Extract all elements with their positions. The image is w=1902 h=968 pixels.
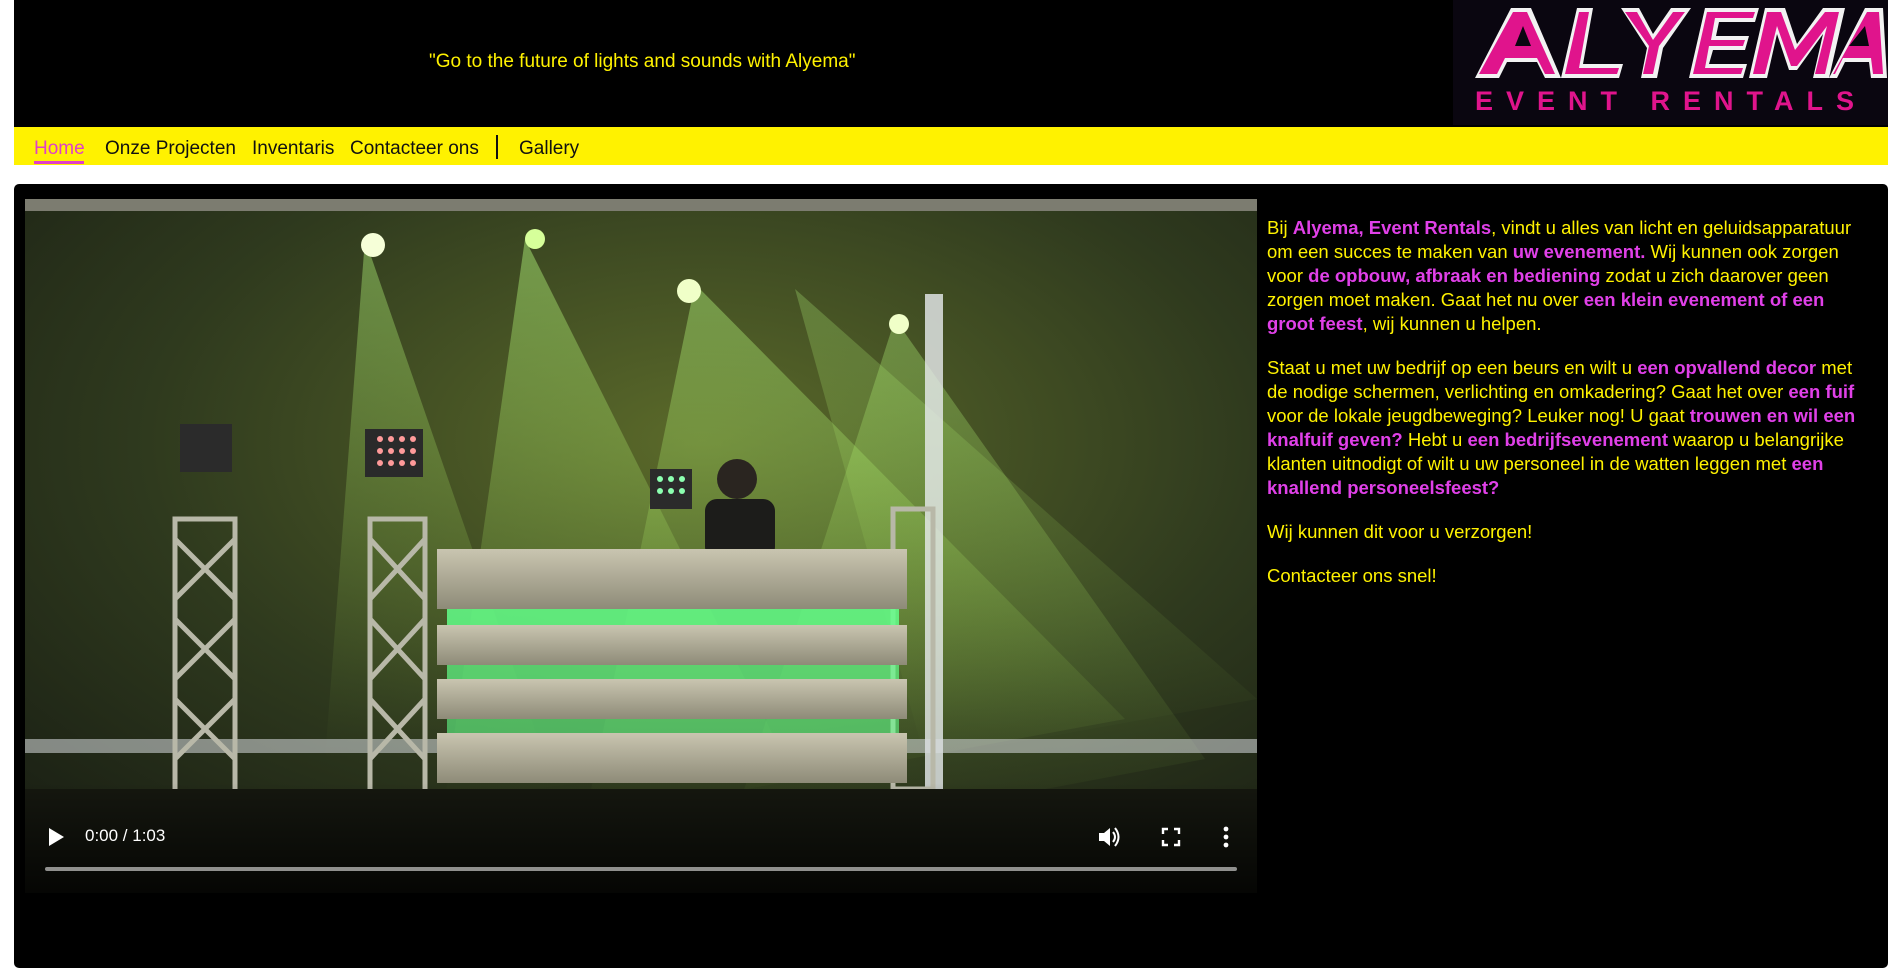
nav-inventaris[interactable]: Inventaris [252, 138, 334, 160]
highlight-text: een opvallend decor [1637, 357, 1817, 378]
nav-active-indicator [34, 161, 84, 164]
main-content: 0:00 / 1:03 Bij Alyema, Event Rentals, v… [14, 184, 1888, 968]
nav-onze-projecten[interactable]: Onze Projecten [105, 138, 236, 160]
intro-paragraph-4: Contacteer ons snel! [1267, 565, 1437, 586]
volume-icon[interactable] [1097, 826, 1121, 848]
body-text: , wij kunnen u helpen. [1362, 313, 1542, 334]
main-navigation: Home Onze Projecten Inventaris Contactee… [14, 127, 1888, 165]
promo-video-player[interactable]: 0:00 / 1:03 [25, 199, 1257, 893]
fullscreen-icon[interactable] [1161, 827, 1181, 847]
nav-contacteer-ons[interactable]: Contacteer ons [350, 138, 479, 160]
video-controls-bar: 0:00 / 1:03 [25, 783, 1257, 893]
nav-home[interactable]: Home [34, 138, 85, 160]
intro-text: Bij Alyema, Event Rentals, vindt u alles… [1267, 216, 1867, 608]
brand-logo[interactable]: EVENT RENTALS [1453, 0, 1888, 125]
highlight-text: een fuif [1788, 381, 1855, 402]
intro-paragraph-3: Wij kunnen dit voor u verzorgen! [1267, 521, 1533, 542]
intro-paragraph-1: Bij Alyema, Event Rentals, vindt u alles… [1267, 216, 1867, 336]
body-text: Hebt u [1402, 429, 1468, 450]
site-header: "Go to the future of lights and sounds w… [14, 0, 1888, 127]
highlight-text: een bedrijfsevenement [1467, 429, 1669, 450]
highlight-text: uw evenement. [1512, 241, 1646, 262]
alyema-logo-icon: EVENT RENTALS [1453, 0, 1888, 125]
highlight-text: de opbouw, afbraak en bediening [1308, 265, 1601, 286]
tagline: "Go to the future of lights and sounds w… [429, 51, 856, 72]
body-text: voor de lokale jeugdbeweging? Leuker nog… [1267, 405, 1690, 426]
nav-gallery[interactable]: Gallery [519, 138, 579, 160]
highlight-text: Alyema, Event Rentals [1292, 217, 1492, 238]
body-text: Staat u met uw bedrijf op een beurs en w… [1267, 357, 1638, 378]
video-time: 0:00 / 1:03 [85, 826, 166, 845]
intro-paragraph-2: Staat u met uw bedrijf op een beurs en w… [1267, 356, 1867, 500]
body-text: Bij [1267, 217, 1293, 238]
play-icon[interactable] [47, 827, 65, 847]
more-options-icon[interactable] [1221, 825, 1231, 849]
video-progress-bar[interactable] [45, 867, 1237, 871]
nav-divider [496, 135, 498, 159]
svg-text:EVENT RENTALS: EVENT RENTALS [1475, 86, 1867, 116]
